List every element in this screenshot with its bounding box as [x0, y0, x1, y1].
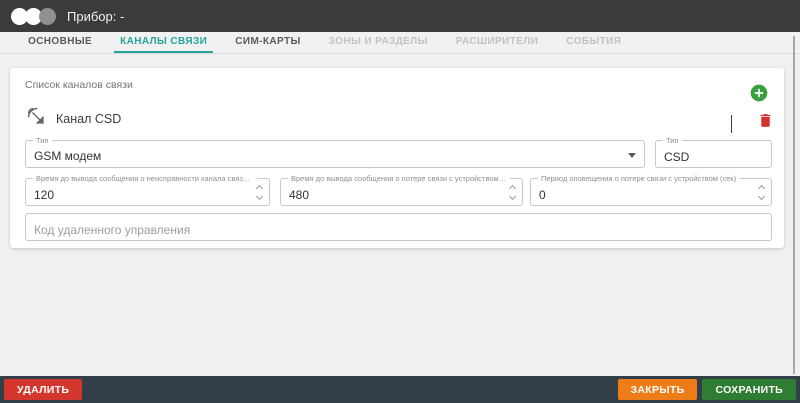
collapse-channel-button[interactable]	[731, 115, 745, 125]
titlebar: Прибор: -	[0, 0, 800, 32]
trash-icon	[757, 117, 774, 134]
number-stepper-icon[interactable]	[759, 186, 764, 199]
channels-card: Список каналов связи Канал CSD Тип GSM м…	[10, 68, 784, 248]
add-channel-button[interactable]	[749, 83, 769, 103]
tab-sobytiya: СОБЫТИЯ	[560, 32, 627, 53]
close-button[interactable]: ЗАКРЫТЬ	[618, 379, 698, 400]
channel-type-select[interactable]: Тип GSM модем	[25, 140, 645, 168]
loss-timeout-field: Время до вывода сообщения о потере связи…	[280, 178, 523, 206]
chevron-up-icon	[731, 115, 732, 133]
delete-channel-button[interactable]	[757, 111, 774, 130]
channel-title: Канал CSD	[56, 112, 121, 126]
panel-title: Список каналов связи	[25, 79, 133, 91]
antenna-icon	[27, 107, 46, 126]
number-stepper-icon[interactable]	[257, 186, 262, 199]
save-button[interactable]: СОХРАНИТЬ	[702, 379, 796, 400]
field-label: Время до вывода сообщения о потере связи…	[288, 174, 510, 183]
protocol-type-field: Тип	[655, 140, 772, 168]
field-label: Период оповещения о потере связи с устро…	[538, 174, 739, 183]
field-label: Тип	[33, 136, 52, 145]
window-control-icon[interactable]	[39, 8, 56, 25]
notify-period-field: Период оповещения о потере связи с устро…	[530, 178, 772, 206]
field-label: Время до вывода сообщения о неисправност…	[33, 174, 257, 183]
remote-code-field	[25, 213, 772, 241]
tab-zony-i-razdely: ЗОНЫ И РАЗДЕЛЫ	[323, 32, 434, 53]
tabbar: ОСНОВНЫЕ КАНАЛЫ СВЯЗИ СИМ-КАРТЫ ЗОНЫ И Р…	[0, 32, 800, 54]
window-title: Прибор: -	[67, 9, 124, 24]
tab-kanaly-svyazi[interactable]: КАНАЛЫ СВЯЗИ	[114, 32, 213, 53]
delete-button[interactable]: УДАЛИТЬ	[4, 379, 82, 400]
field-label: Тип	[663, 136, 682, 145]
tab-sim-karty[interactable]: СИМ-КАРТЫ	[229, 32, 306, 53]
tab-osnovnye[interactable]: ОСНОВНЫЕ	[22, 32, 98, 53]
tab-rasshiriteli: РАСШИРИТЕЛИ	[450, 32, 544, 53]
vertical-scrollbar[interactable]	[793, 36, 795, 374]
add-circle-icon	[749, 90, 769, 107]
window-controls	[11, 8, 56, 25]
fault-timeout-field: Время до вывода сообщения о неисправност…	[25, 178, 270, 206]
number-stepper-icon[interactable]	[510, 186, 515, 199]
footer-actionbar: УДАЛИТЬ ЗАКРЫТЬ СОХРАНИТЬ	[0, 376, 800, 403]
channel-type-value[interactable]: GSM модем	[26, 141, 644, 167]
remote-code-input[interactable]	[26, 214, 771, 240]
chevron-down-icon[interactable]	[628, 153, 636, 158]
